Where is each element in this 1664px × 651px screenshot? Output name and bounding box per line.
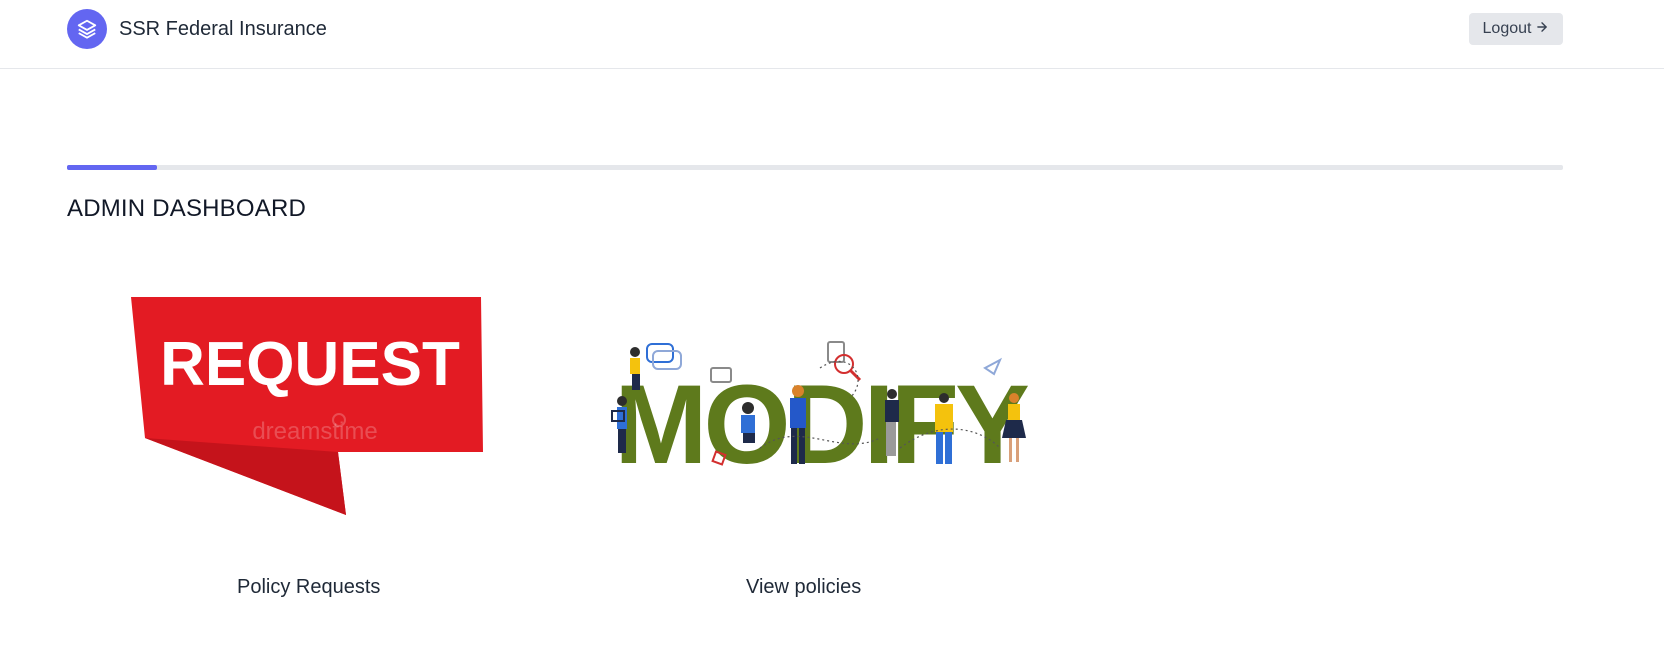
progress-bar-fill xyxy=(67,165,157,170)
view-policies-card[interactable]: MODIFY xyxy=(600,338,1032,487)
request-banner-image: REQUEST dreamstime xyxy=(131,297,483,515)
modify-image-text: MODIFY xyxy=(614,362,1028,473)
watermark-text: dreamstime xyxy=(252,418,377,445)
policy-requests-label[interactable]: Policy Requests xyxy=(237,576,380,599)
logout-button[interactable]: Logout xyxy=(1469,13,1563,45)
view-policies-label[interactable]: View policies xyxy=(746,576,861,599)
brand-link[interactable]: SSR Federal Insurance xyxy=(67,9,327,49)
page-title: ADMIN DASHBOARD xyxy=(67,195,307,222)
arrow-right-icon xyxy=(1535,20,1549,39)
top-navbar: SSR Federal Insurance Logout xyxy=(0,0,1664,69)
layers-icon xyxy=(67,9,107,49)
policy-requests-card[interactable]: REQUEST dreamstime xyxy=(125,295,487,520)
request-image-text: REQUEST xyxy=(160,330,460,399)
logout-label: Logout xyxy=(1482,20,1532,37)
modify-illustration-image: MODIFY xyxy=(611,341,1032,487)
brand-name: SSR Federal Insurance xyxy=(119,17,327,40)
progress-bar xyxy=(67,165,1563,170)
